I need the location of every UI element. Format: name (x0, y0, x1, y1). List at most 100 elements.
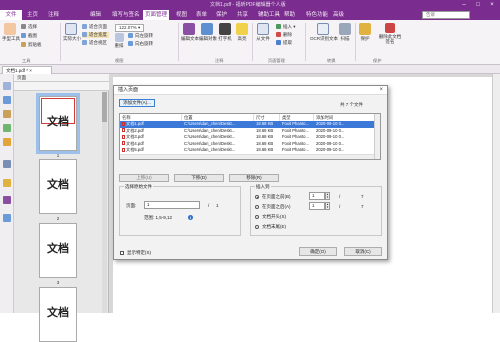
after-page-spinner[interactable]: ▴ ▾ (325, 202, 330, 210)
show-settings-checkbox[interactable] (120, 251, 124, 255)
menu-page-management[interactable]: 页面管理 (143, 10, 170, 20)
column-header-name[interactable]: 名称 (120, 114, 182, 121)
menu-home[interactable]: 主页 (27, 10, 38, 20)
attachments-panel-icon[interactable] (3, 138, 11, 146)
page-thumbnail[interactable]: 文档 (39, 159, 77, 214)
select-button[interactable]: 选择 (21, 24, 37, 30)
before-page-spinner[interactable]: ▴ ▾ (325, 192, 330, 200)
insert-button[interactable]: 插入 ▾ (276, 24, 296, 30)
table-vertical-scrollbar[interactable] (374, 114, 380, 159)
menu-file[interactable]: 文件 (0, 10, 22, 20)
cell-text: 文档4.pdf (126, 140, 144, 146)
menu-fill-sign[interactable]: 填写与签名 (112, 10, 140, 20)
fit-page-button[interactable]: 适合页面 (82, 24, 107, 30)
extract-button[interactable]: 提取 (276, 40, 292, 46)
source-fieldset: 选择原始文件 页面: 1 / 1 范围: 1,5-9,12 i (119, 184, 241, 236)
page-input[interactable]: 1 (144, 201, 200, 209)
column-header-type[interactable]: 类型 (280, 114, 314, 121)
edit-text-button[interactable]: 编辑文本 (181, 23, 199, 42)
fields-panel-icon[interactable] (3, 214, 11, 222)
after-slash: / (339, 204, 341, 209)
menu-form[interactable]: 表单 (196, 10, 207, 20)
cell-text: 2020-09-10 0... (316, 134, 345, 139)
remove-signature-button[interactable]: 删除此文档签名 (377, 23, 403, 44)
highlight-button[interactable]: 高亮 (235, 23, 249, 42)
fit-width-button[interactable]: 适合宽度 (82, 32, 109, 38)
actual-size-button[interactable]: 实际大小 (63, 23, 81, 42)
search-box[interactable]: 告诉 (422, 11, 470, 19)
doc-end-radio[interactable] (255, 225, 259, 229)
snapshot-button[interactable]: 截图 (21, 33, 37, 39)
protect-button[interactable]: 保护 (358, 23, 372, 42)
menu-share[interactable]: 共享 (237, 10, 248, 20)
before-page-input[interactable]: 1 (309, 192, 325, 200)
menu-advanced[interactable]: 高级 (333, 10, 344, 20)
rotate-right-button[interactable]: 向右旋转 (128, 41, 153, 47)
document-scrollbar[interactable] (492, 74, 500, 313)
hand-tool-button[interactable]: 手型工具 (2, 23, 20, 42)
close-icon[interactable]: × (486, 0, 498, 10)
add-files-button[interactable]: 添加文件(A)... (119, 99, 155, 107)
remove-button[interactable]: 移除(R) (229, 174, 279, 182)
scrollbar-thumb[interactable] (102, 92, 107, 122)
maximize-icon[interactable]: □ (472, 0, 484, 10)
delete-button[interactable]: 删除 (276, 32, 292, 38)
zoom-select[interactable]: 122.07% ▾ (115, 24, 145, 32)
camera-icon (21, 33, 26, 39)
before-page-label: 在页面之前(B) (262, 194, 291, 199)
menu-comment[interactable]: 注释 (48, 10, 59, 20)
layers-panel-icon[interactable] (3, 110, 11, 118)
menu-protect[interactable]: 保护 (216, 10, 227, 20)
source-title: 选择原始文件 (124, 184, 153, 190)
bookmark-panel-icon[interactable] (3, 82, 11, 90)
rotate-left-label: 向左旋转 (135, 33, 153, 38)
reflow-label: 重排 (114, 43, 124, 48)
after-page-input[interactable]: 1 (309, 202, 325, 210)
rotate-left-button[interactable]: 向左旋转 (128, 33, 153, 39)
column-header-location[interactable]: 位置 (182, 114, 254, 121)
fit-page-icon (82, 24, 87, 30)
scan-button[interactable]: 扫描 (338, 23, 352, 42)
table-horizontal-scrollbar[interactable] (120, 154, 375, 159)
from-file-button[interactable]: 从文件 (255, 23, 271, 42)
after-page-radio[interactable] (255, 205, 259, 209)
minimize-icon[interactable]: – (458, 0, 470, 10)
page-label: 页面: (126, 203, 137, 208)
menu-help[interactable]: 帮助 (284, 10, 295, 20)
page-thumbnail[interactable]: 文档 (39, 223, 77, 278)
column-header-added[interactable]: 添加时间 (314, 114, 376, 121)
typewriter-button[interactable]: 打字机 (218, 23, 232, 42)
insert-label: 插入 (283, 24, 292, 29)
doc-start-radio[interactable] (255, 215, 259, 219)
cancel-button[interactable]: 取消(C) (344, 247, 382, 256)
edit-object-button[interactable]: 编辑对象 (199, 23, 217, 42)
column-header-size[interactable]: 尺寸 (254, 114, 280, 121)
before-page-radio[interactable] (255, 195, 259, 199)
tab-close-icon[interactable]: × (29, 68, 32, 73)
move-down-button[interactable]: 下移(D) (174, 174, 224, 182)
link-panel-icon[interactable] (3, 160, 11, 168)
tags-panel-icon[interactable] (3, 196, 11, 204)
menu-edit[interactable]: 编辑 (90, 10, 101, 20)
from-file-icon (257, 23, 269, 35)
move-up-button[interactable]: 上移(U) (119, 174, 169, 182)
menu-view[interactable]: 视图 (176, 10, 187, 20)
dialog-close-icon[interactable]: × (379, 86, 383, 95)
ok-button[interactable]: 确定(O) (299, 247, 337, 256)
page-thumbnail[interactable]: 文档 (39, 287, 77, 342)
fit-visible-button[interactable]: 适合视区 (82, 40, 107, 46)
comments-panel-icon[interactable] (3, 124, 11, 132)
info-icon[interactable]: i (188, 215, 193, 220)
reflow-button[interactable]: 重排 (112, 33, 126, 49)
lock-panel-icon[interactable] (3, 179, 11, 187)
group-label-comment: 注释 (215, 58, 224, 63)
ocr-button[interactable]: OCR识别文本 (310, 23, 338, 42)
clipboard-button[interactable]: 剪贴板 (21, 42, 42, 48)
after-total: 7 (361, 204, 364, 209)
panel-scrollbar[interactable] (102, 92, 107, 313)
page-thumbnail[interactable]: 文档 (36, 93, 80, 154)
pages-panel-icon[interactable] (3, 96, 11, 104)
menu-features[interactable]: 特色功能 (306, 10, 328, 20)
menu-accessibility[interactable]: 辅助工具 (258, 10, 280, 20)
document-tab[interactable]: 文档1.pdf * × (2, 66, 52, 74)
